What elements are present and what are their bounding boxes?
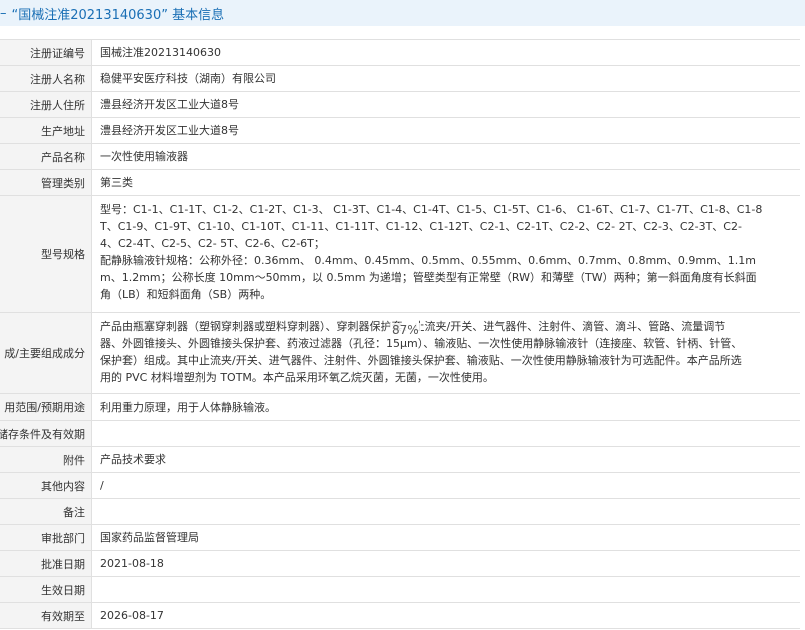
table-row: 注册人名称 稳健平安医疗科技（湖南）有限公司 xyxy=(0,66,800,92)
table-row: 注册人住所 澧县经济开发区工业大道8号 xyxy=(0,92,800,118)
text-line: T、C1-9、C1-9T、C1-10、C1-10T、C1-11、C1-11T、C… xyxy=(100,220,742,233)
row-value: 澧县经济开发区工业大道8号 xyxy=(100,98,239,111)
collapse-icon[interactable]: – xyxy=(0,6,7,21)
row-value: 国械注准20213140630 xyxy=(100,46,221,59)
row-label-text: 成/主要组成成分 xyxy=(4,347,85,360)
row-label: 注册人名称 xyxy=(0,66,92,91)
table-row: 有效期至 2026-08-17 xyxy=(0,603,800,629)
row-value: 产品技术要求 xyxy=(100,453,166,466)
table-row: 批准日期 2021-08-18 xyxy=(0,551,800,577)
table-row: 注册证编号 国械注准20213140630 xyxy=(0,40,800,66)
row-label-text: 储存条件及有效期 xyxy=(0,427,85,441)
zoom-indicator: 87% xyxy=(390,323,421,337)
row-label: 管理类别 xyxy=(0,170,92,195)
row-label: 附件 xyxy=(0,447,92,472)
table-row: 产品名称 一次性使用输液器 xyxy=(0,144,800,170)
table-row: 用范围/预期用途 利用重力原理，用于人体静脉输液。 xyxy=(0,394,800,421)
row-label: 产品名称 xyxy=(0,144,92,169)
row-label: 成/主要组成成分 xyxy=(0,313,92,393)
text-line: 角（LB）和短斜面角（SB）两种。 xyxy=(100,288,272,301)
row-value: 2026-08-17 xyxy=(100,609,164,622)
row-label: 生效日期 xyxy=(0,577,92,602)
text-line: 配静脉输液针规格：公称外径：0.36mm、 0.4mm、0.45mm、0.5mm… xyxy=(100,254,757,267)
table-row: 审批部门 国家药品监督管理局 xyxy=(0,525,800,551)
text-line: 型号：C1-1、C1-1T、C1-2、C1-2T、C1-3、 C1-3T、C1-… xyxy=(100,203,763,216)
table-row: 生产地址 澧县经济开发区工业大道8号 xyxy=(0,118,800,144)
text-line: 保护套）组成。其中止流夹/开关、进气器件、注射件、外圆锥接头保护套、输液贴、一次… xyxy=(100,354,742,367)
row-value: 第三类 xyxy=(100,176,133,189)
row-label: 生产地址 xyxy=(0,118,92,143)
section-title: “国械注准20213140630” 基本信息 xyxy=(11,7,225,23)
row-label: 批准日期 xyxy=(0,551,92,576)
row-value-composition: 产品由瓶塞穿刺器（塑钢穿刺器或塑料穿刺器）、穿刺器保护套、止流夹/开关、进气器件… xyxy=(92,313,800,393)
row-value-model-spec: 型号：C1-1、C1-1T、C1-2、C1-2T、C1-3、 C1-3T、C1-… xyxy=(92,196,800,312)
table-row: 备注 xyxy=(0,499,800,525)
row-value: 利用重力原理，用于人体静脉输液。 xyxy=(100,400,276,414)
row-value: 2021-08-18 xyxy=(100,557,164,570)
table-row: 储存条件及有效期 xyxy=(0,421,800,447)
row-label: 注册人住所 xyxy=(0,92,92,117)
row-value: 一次性使用输液器 xyxy=(100,150,188,163)
row-value: 国家药品监督管理局 xyxy=(100,531,199,544)
row-label: 用范围/预期用途 xyxy=(0,394,92,420)
row-value xyxy=(92,499,800,524)
row-value xyxy=(92,421,800,446)
row-value xyxy=(92,577,800,602)
text-line: 产品由瓶塞穿刺器（塑钢穿刺器或塑料穿刺器）、穿刺器保护套、止流夹/开关、进气器件… xyxy=(100,318,792,335)
table-row: 其他内容 / xyxy=(0,473,800,499)
table-row: 型号规格 型号：C1-1、C1-1T、C1-2、C1-2T、C1-3、 C1-3… xyxy=(0,196,800,313)
row-value: 稳健平安医疗科技（湖南）有限公司 xyxy=(100,72,276,85)
text-line: 4、C2-4T、C2-5、C2- 5T、C2-6、C2-6T； xyxy=(100,237,325,250)
row-label: 注册证编号 xyxy=(0,40,92,65)
table-row: 生效日期 xyxy=(0,577,800,603)
text-line: m、1.2mm；公称长度 10mm～50mm，以 0.5mm 为递增；管壁类型有… xyxy=(100,271,757,284)
row-value: 澧县经济开发区工业大道8号 xyxy=(100,124,239,137)
row-label: 审批部门 xyxy=(0,525,92,550)
table-row: 附件 产品技术要求 xyxy=(0,447,800,473)
section-header: – “国械注准20213140630” 基本信息 xyxy=(0,0,805,26)
row-label-text: 用范围/预期用途 xyxy=(4,401,85,414)
row-label: 备注 xyxy=(0,499,92,524)
row-label: 储存条件及有效期 xyxy=(0,421,92,446)
row-label: 有效期至 xyxy=(0,603,92,628)
text-line: 用的 PVC 材料增塑剂为 TOTM。本产品采用环氧乙烷灭菌，无菌，一次性使用。 xyxy=(100,371,494,384)
page: – “国械注准20213140630” 基本信息 注册证编号 国械注准20213… xyxy=(0,0,805,630)
text-line: 器、外圆锥接头、外圆锥接头保护套、药液过滤器（孔径：15μm）、输液贴、一次性使… xyxy=(100,337,743,350)
row-label: 其他内容 xyxy=(0,473,92,498)
table-row: 管理类别 第三类 xyxy=(0,170,800,196)
row-label: 型号规格 xyxy=(0,196,92,312)
row-value: / xyxy=(100,479,104,492)
